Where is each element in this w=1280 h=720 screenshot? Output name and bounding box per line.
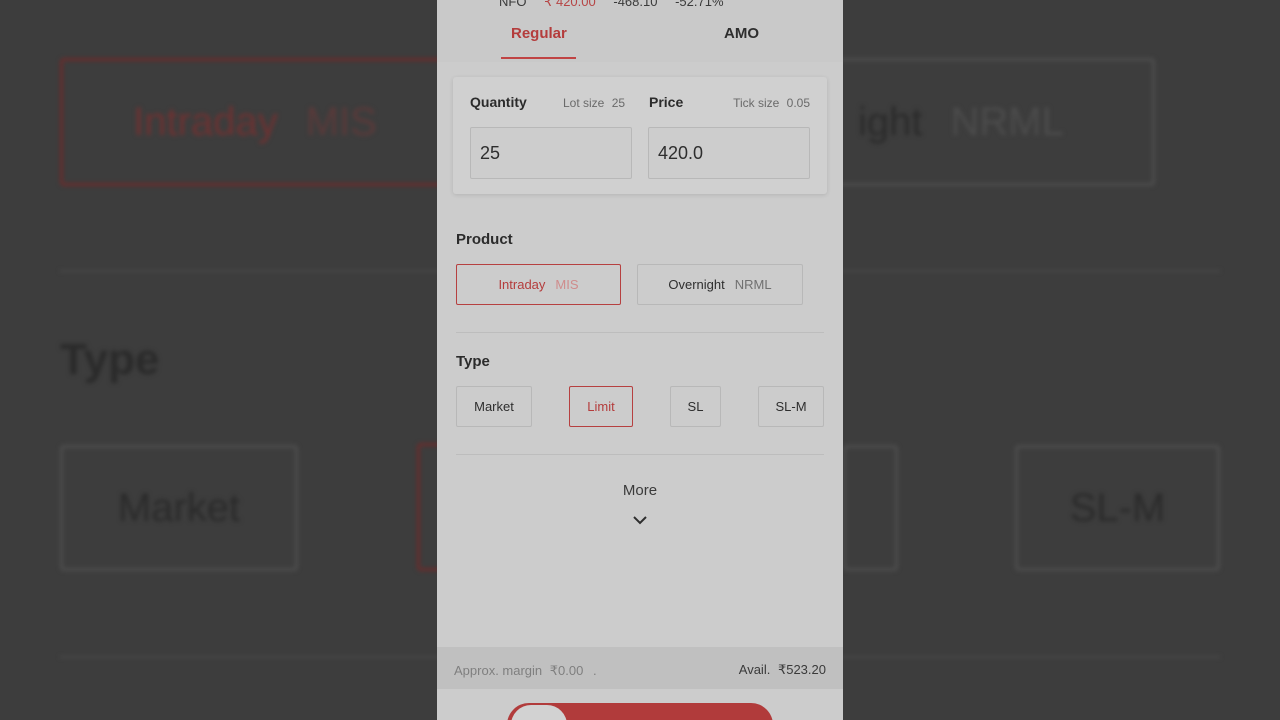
avail-value: ₹523.20 — [777, 662, 826, 677]
quantity-price-card: Quantity Lot size 25 Price Tick size 0.0… — [453, 77, 827, 194]
lot-size-meta: Lot size 25 — [563, 96, 625, 110]
order-panel: NFO ₹ 420.00 -468.10 -52.71% Regular AMO… — [437, 0, 843, 720]
bottom-bar — [437, 689, 843, 720]
tick-size-label: Tick size — [733, 96, 780, 110]
nrml-label: NRML — [734, 277, 772, 292]
type-title: Type — [456, 353, 490, 370]
tab-active-indicator — [501, 57, 576, 59]
lot-size-label: Lot size — [563, 96, 605, 110]
margin-refresh[interactable]: . — [593, 663, 597, 678]
mis-label: MIS — [555, 277, 579, 292]
bg-market-label: Market — [117, 485, 241, 530]
margin-label: Approx. margin — [454, 663, 543, 678]
tick-size-value: 0.05 — [786, 96, 810, 110]
margin-footer: Approx. margin ₹0.00 . Avail. ₹523.20 — [437, 647, 843, 689]
bg-market-box: Market — [60, 445, 298, 571]
type-market-option[interactable]: Market — [456, 386, 532, 427]
product-overnight-option[interactable]: Overnight NRML — [637, 264, 803, 305]
section-divider — [456, 332, 824, 333]
more-button[interactable]: More — [437, 482, 843, 499]
margin-value: ₹0.00 — [549, 663, 584, 678]
bg-mis-label: MIS — [305, 99, 377, 144]
exchange-label: NFO — [499, 0, 527, 9]
price-input[interactable]: 420.0 — [648, 127, 810, 179]
chevron-down-icon[interactable] — [633, 513, 647, 527]
bg-intraday-label: Intraday — [133, 99, 278, 144]
product-intraday-option[interactable]: Intraday MIS — [456, 264, 621, 305]
bg-sl-box — [843, 445, 898, 571]
bg-overnight-box: ight NRML — [830, 58, 1155, 186]
section-divider — [456, 454, 824, 455]
bg-overnight-label: ight — [858, 99, 923, 144]
product-title: Product — [456, 231, 513, 248]
order-header: NFO ₹ 420.00 -468.10 -52.71% Regular AMO — [437, 0, 843, 62]
swipe-to-buy-button[interactable] — [507, 703, 773, 720]
ticker-change-pct: -52.71% — [675, 0, 724, 9]
tab-amo[interactable]: AMO — [724, 25, 759, 42]
margin-info: Approx. margin ₹0.00 . — [454, 663, 597, 679]
ticker-price: ₹ 420.00 — [544, 0, 596, 9]
bg-slm-label: SL-M — [1069, 485, 1166, 530]
bg-slm-box: SL-M — [1015, 445, 1220, 571]
bg-type-heading: Type — [60, 335, 160, 384]
tab-regular[interactable]: Regular — [511, 25, 567, 42]
overnight-label: Overnight — [668, 277, 725, 292]
bg-intraday-box: Intraday MIS — [60, 58, 450, 186]
type-limit-option[interactable]: Limit — [569, 386, 633, 427]
avail-label: Avail. — [738, 662, 771, 677]
quantity-input[interactable]: 25 — [470, 127, 632, 179]
bg-nrml-label: NRML — [950, 99, 1064, 144]
tick-size-meta: Tick size 0.05 — [733, 96, 810, 110]
quantity-label: Quantity — [470, 94, 527, 110]
lot-size-value: 25 — [611, 96, 626, 110]
ticker-row: NFO ₹ 420.00 -468.10 -52.71% — [499, 0, 738, 10]
type-slm-option[interactable]: SL-M — [758, 386, 824, 427]
intraday-label: Intraday — [498, 277, 546, 292]
swipe-handle[interactable] — [511, 705, 567, 720]
price-label: Price — [649, 94, 684, 110]
ticker-change: -468.10 — [613, 0, 658, 9]
type-sl-option[interactable]: SL — [670, 386, 721, 427]
available-info: Avail. ₹523.20 — [739, 662, 826, 678]
